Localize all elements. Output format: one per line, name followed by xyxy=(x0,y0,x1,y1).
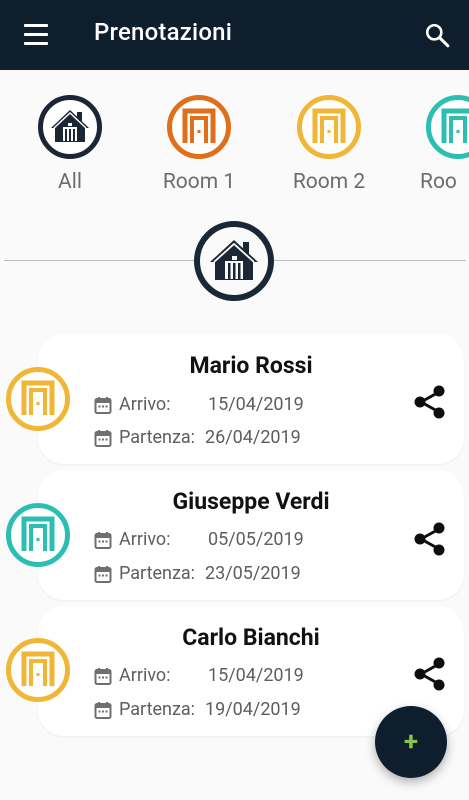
calendar-icon xyxy=(94,532,112,549)
filter-all[interactable]: All xyxy=(5,94,135,194)
calendar-icon xyxy=(94,397,112,414)
guest-name: Giuseppe Verdi xyxy=(172,488,330,515)
page-title: Prenotazioni xyxy=(94,18,233,46)
house-icon xyxy=(38,95,102,159)
share-icon[interactable] xyxy=(412,384,448,420)
departure-date: 23/05/2019 xyxy=(205,563,301,584)
room-filter-strip: All Room 1 Room 2 Roo xyxy=(0,86,469,206)
calendar-icon xyxy=(94,668,112,685)
guest-name: Mario Rossi xyxy=(189,352,313,379)
filter-label: All xyxy=(58,170,82,194)
filter-room-1[interactable]: Room 1 xyxy=(134,94,264,194)
door-icon xyxy=(6,367,70,431)
filter-label: Roo xyxy=(420,170,457,194)
search-icon[interactable] xyxy=(424,22,450,48)
booking-card[interactable]: Mario Rossi Arrivo: 15/04/2019 Partenza:… xyxy=(38,334,464,464)
booking-card[interactable]: Giuseppe Verdi Arrivo: 05/05/2019 Parten… xyxy=(38,470,464,600)
door-icon xyxy=(6,638,70,702)
calendar-icon xyxy=(94,702,112,719)
arrival-label: Arrivo: xyxy=(119,529,171,550)
add-icon: + xyxy=(403,727,419,757)
departure-label: Partenza: xyxy=(119,563,196,584)
departure-date: 26/04/2019 xyxy=(205,427,301,448)
share-icon[interactable] xyxy=(412,521,448,557)
filter-room-3[interactable]: Roo xyxy=(394,94,469,194)
arrival-date: 15/04/2019 xyxy=(208,665,304,686)
share-icon[interactable] xyxy=(412,656,448,692)
door-icon xyxy=(167,95,231,159)
departure-date: 19/04/2019 xyxy=(205,699,301,720)
menu-icon[interactable] xyxy=(22,23,50,47)
arrival-label: Arrivo: xyxy=(119,665,171,686)
calendar-icon xyxy=(94,566,112,583)
calendar-icon xyxy=(94,430,112,447)
app-bar: Prenotazioni xyxy=(0,0,469,70)
guest-name: Carlo Bianchi xyxy=(182,624,320,651)
add-booking-button[interactable]: + xyxy=(375,706,447,778)
house-icon xyxy=(194,221,274,301)
door-icon xyxy=(426,95,469,159)
arrival-label: Arrivo: xyxy=(119,394,171,415)
door-icon xyxy=(6,503,70,567)
door-icon xyxy=(297,95,361,159)
filter-room-2[interactable]: Room 2 xyxy=(264,94,394,194)
arrival-date: 05/05/2019 xyxy=(208,529,304,550)
departure-label: Partenza: xyxy=(119,427,196,448)
filter-label: Room 2 xyxy=(292,170,366,194)
departure-label: Partenza: xyxy=(119,699,196,720)
arrival-date: 15/04/2019 xyxy=(208,394,304,415)
filter-label: Room 1 xyxy=(162,170,236,194)
